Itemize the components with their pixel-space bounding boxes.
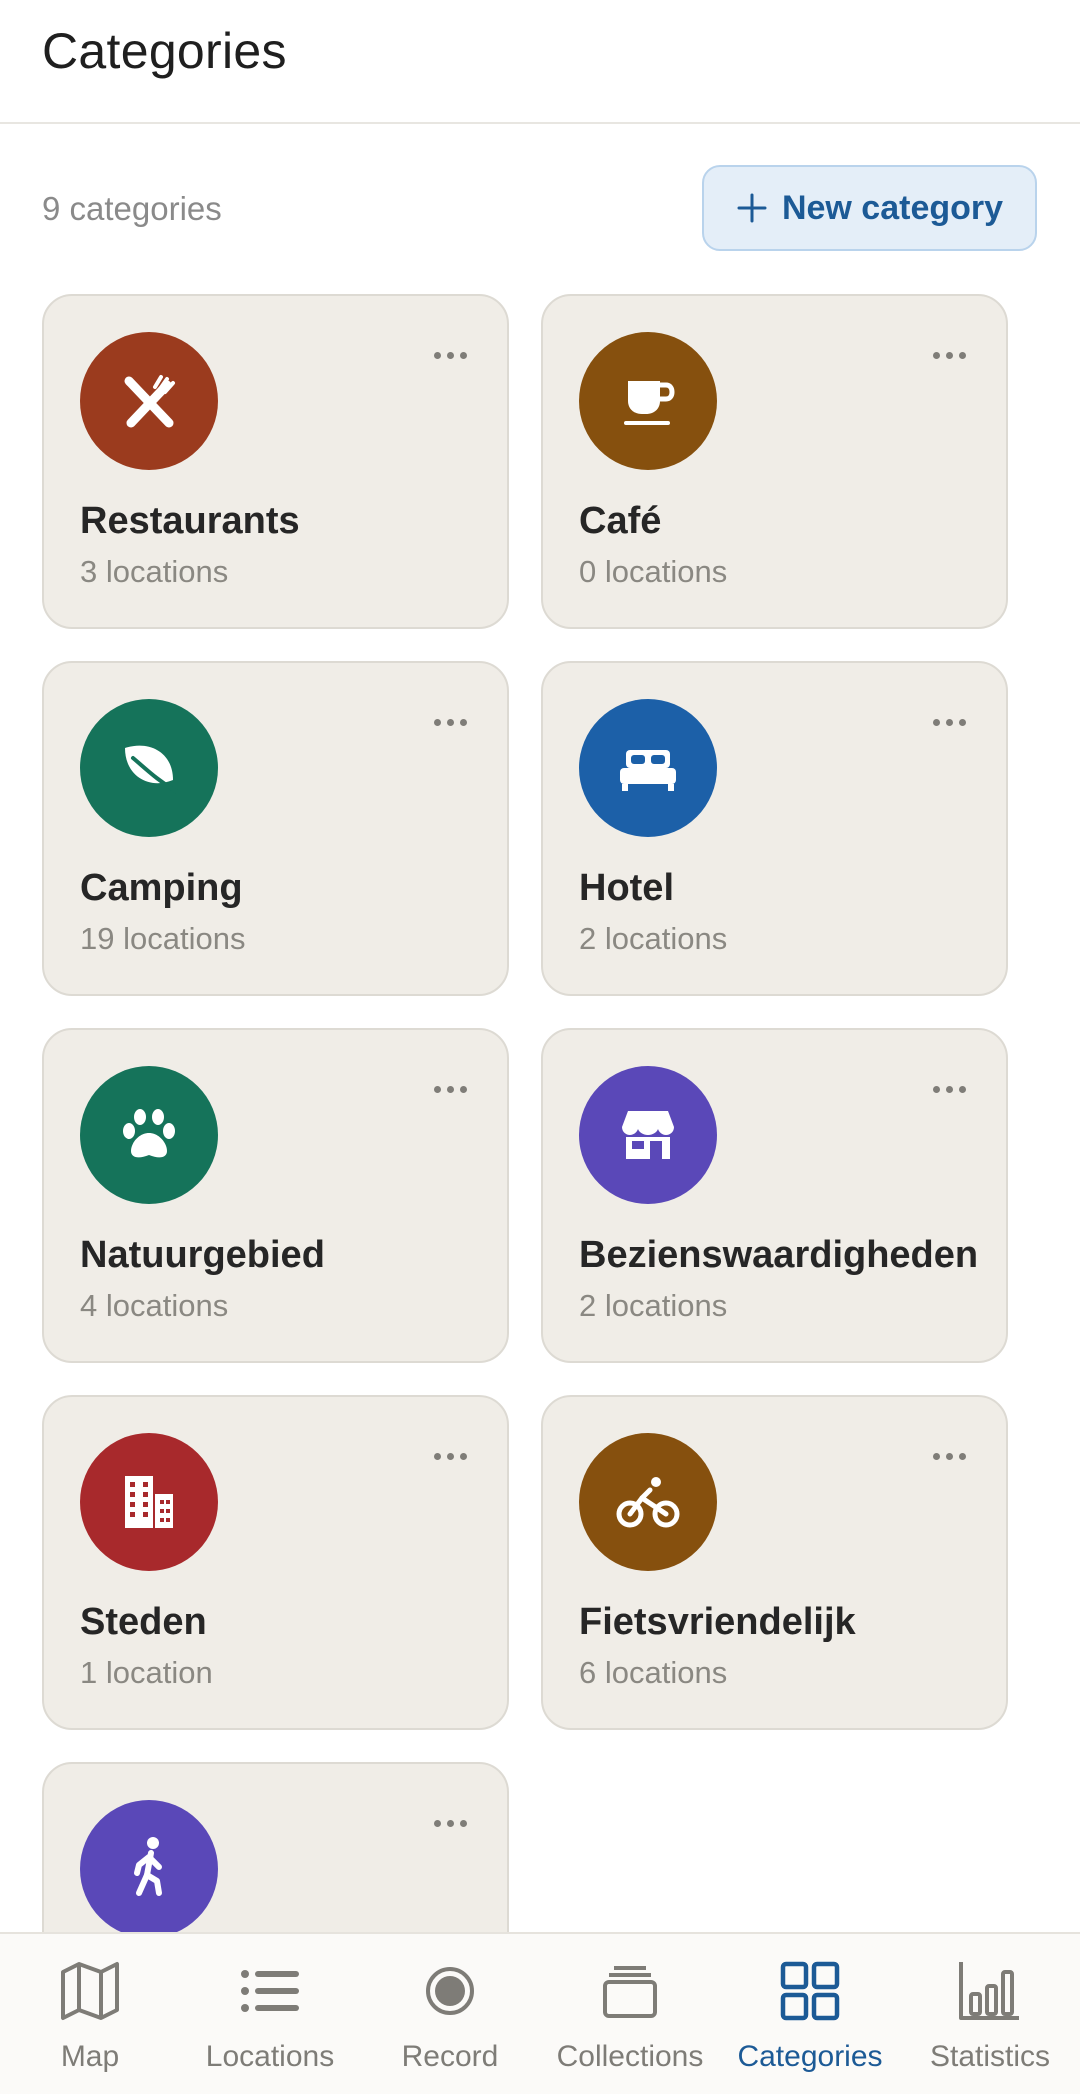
category-location-count: 19 locations bbox=[80, 921, 246, 956]
category-location-count: 3 locations bbox=[80, 554, 229, 589]
category-location-count: 2 locations bbox=[579, 921, 728, 956]
more-options-button[interactable] bbox=[922, 1074, 976, 1104]
paw-icon bbox=[80, 1066, 218, 1204]
nav-item-map[interactable]: Map bbox=[0, 1934, 180, 2094]
category-location-count: 6 locations bbox=[579, 1655, 728, 1690]
category-count: 9 categories bbox=[42, 190, 222, 227]
category-name: Fietsvriendelijk bbox=[579, 1601, 856, 1643]
leaf-icon bbox=[80, 699, 218, 837]
plus-icon bbox=[737, 193, 767, 223]
coffee-cup-icon bbox=[579, 332, 717, 470]
app-header: Categories bbox=[0, 0, 1080, 124]
category-name: Café bbox=[579, 500, 662, 542]
list-icon bbox=[235, 1956, 305, 2026]
more-options-button[interactable] bbox=[423, 340, 477, 370]
category-card-hotel[interactable]: Hotel 2 locations bbox=[541, 661, 1008, 996]
more-options-button[interactable] bbox=[423, 1808, 477, 1838]
nav-label: Map bbox=[60, 2040, 120, 2073]
more-options-button[interactable] bbox=[423, 1441, 477, 1471]
nav-label: Statistics bbox=[929, 2040, 1051, 2073]
nav-label: Record bbox=[401, 2040, 499, 2073]
category-location-count: 0 locations bbox=[579, 554, 728, 589]
category-location-count: 4 locations bbox=[80, 1288, 229, 1323]
more-options-button[interactable] bbox=[423, 1074, 477, 1104]
category-name: Camping bbox=[80, 867, 243, 909]
page-title: Categories bbox=[42, 23, 287, 79]
bottom-navigation: Map Locations Record Collections Categor… bbox=[0, 1932, 1080, 2094]
nav-item-categories[interactable]: Categories bbox=[720, 1934, 900, 2094]
category-name: Bezienswaardigheden bbox=[579, 1234, 979, 1276]
walking-person-icon bbox=[80, 1800, 218, 1934]
fork-knife-icon bbox=[80, 332, 218, 470]
toolbar: 9 categories New category bbox=[0, 124, 1080, 294]
nav-label: Categories bbox=[737, 2040, 883, 2073]
bar-chart-icon bbox=[955, 1956, 1025, 2026]
record-icon bbox=[415, 1956, 485, 2026]
nav-item-collections[interactable]: Collections bbox=[540, 1934, 720, 2094]
category-card-cafe[interactable]: Café 0 locations bbox=[541, 294, 1008, 629]
nav-label: Locations bbox=[205, 2040, 335, 2073]
category-card-natuurgebied[interactable]: Natuurgebied 4 locations bbox=[42, 1028, 509, 1363]
more-options-button[interactable] bbox=[922, 1441, 976, 1471]
category-card-bezienswaardigheden[interactable]: Bezienswaardigheden 2 locations bbox=[541, 1028, 1008, 1363]
category-card-fietsvriendelijk[interactable]: Fietsvriendelijk 6 locations bbox=[541, 1395, 1008, 1730]
more-options-button[interactable] bbox=[423, 707, 477, 737]
collections-icon bbox=[595, 1956, 665, 2026]
new-category-button[interactable]: New category bbox=[702, 165, 1037, 251]
new-category-label: New category bbox=[781, 188, 1004, 227]
nav-item-locations[interactable]: Locations bbox=[180, 1934, 360, 2094]
more-options-button[interactable] bbox=[922, 340, 976, 370]
category-name: Restaurants bbox=[80, 500, 300, 542]
nav-item-record[interactable]: Record bbox=[360, 1934, 540, 2094]
nav-label: Collections bbox=[556, 2040, 704, 2073]
storefront-icon bbox=[579, 1066, 717, 1204]
category-grid: Restaurants 3 locations Café 0 locations… bbox=[0, 294, 1080, 1934]
category-name: Hotel bbox=[579, 867, 674, 909]
city-buildings-icon bbox=[80, 1433, 218, 1571]
category-location-count: 2 locations bbox=[579, 1288, 728, 1323]
grid-icon bbox=[775, 1956, 845, 2026]
map-icon bbox=[55, 1956, 125, 2026]
category-card-restaurants[interactable]: Restaurants 3 locations bbox=[42, 294, 509, 629]
category-card-walking[interactable] bbox=[42, 1762, 509, 1934]
bicycle-icon bbox=[579, 1433, 717, 1571]
category-card-camping[interactable]: Camping 19 locations bbox=[42, 661, 509, 996]
more-options-button[interactable] bbox=[922, 707, 976, 737]
category-name: Natuurgebied bbox=[80, 1234, 325, 1276]
category-card-steden[interactable]: Steden 1 location bbox=[42, 1395, 509, 1730]
nav-item-statistics[interactable]: Statistics bbox=[900, 1934, 1080, 2094]
bed-icon bbox=[579, 699, 717, 837]
category-location-count: 1 location bbox=[80, 1655, 213, 1690]
category-name: Steden bbox=[80, 1601, 207, 1643]
